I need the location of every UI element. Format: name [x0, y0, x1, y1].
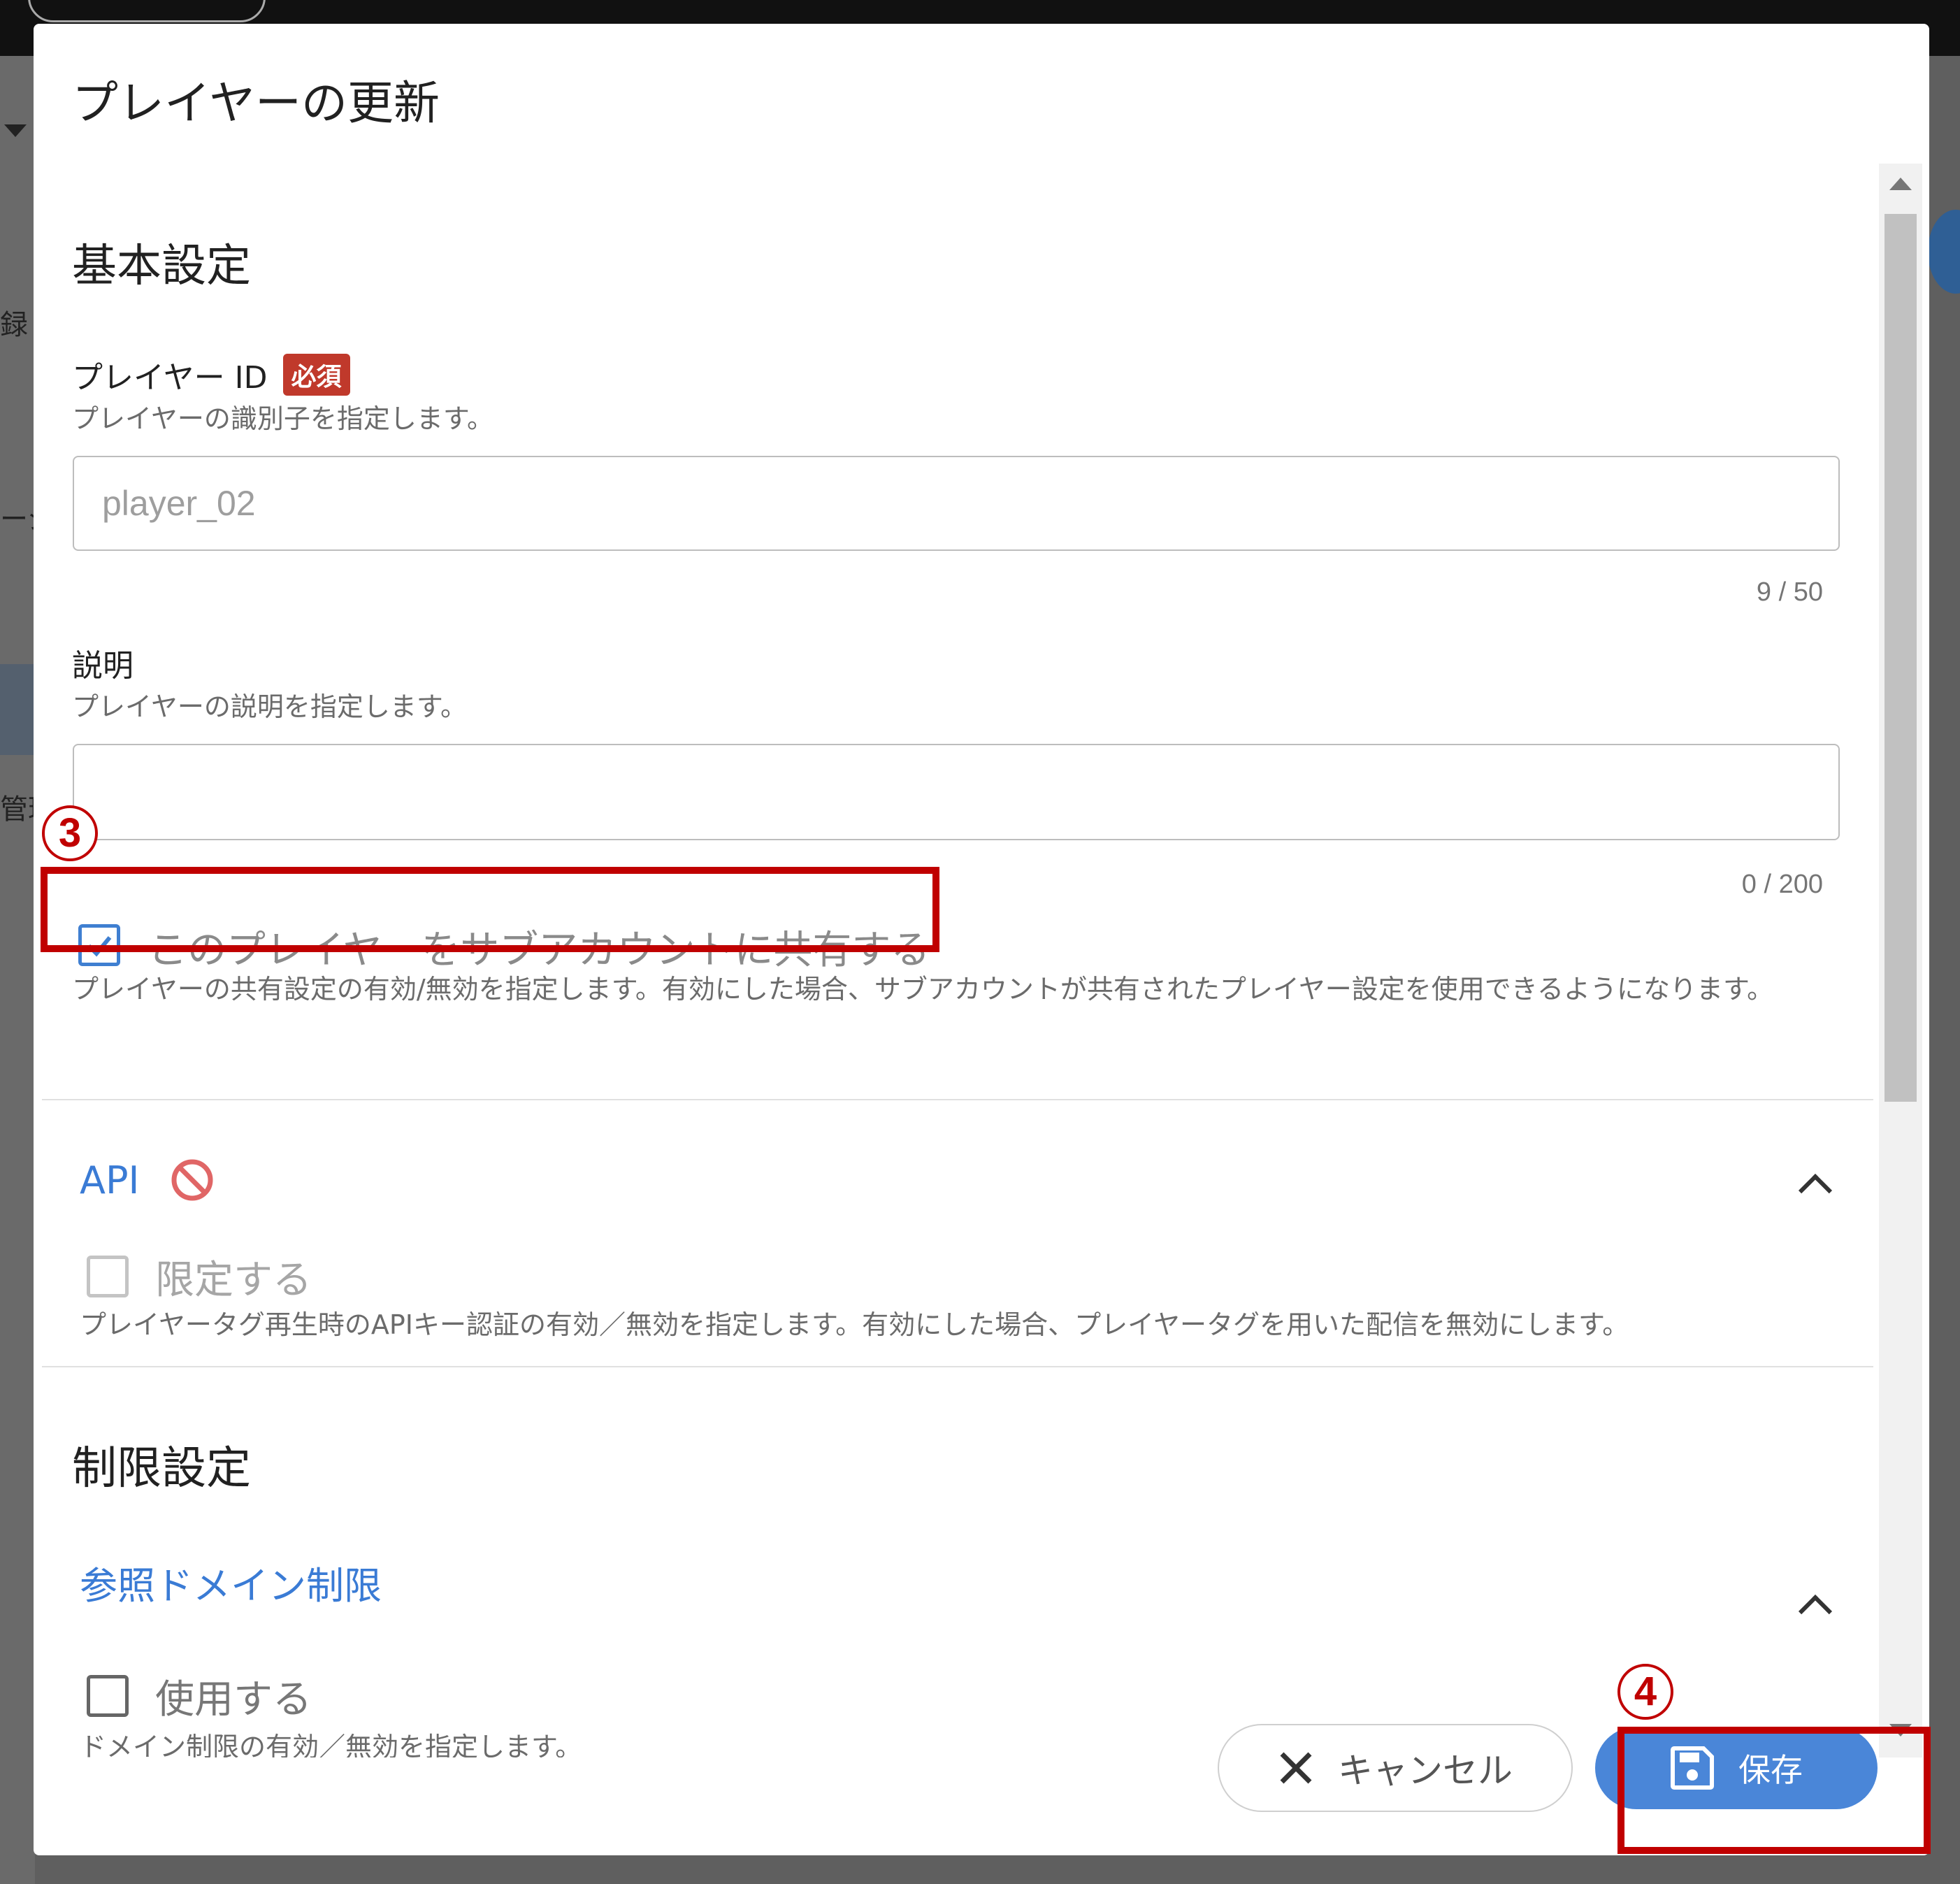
description-help: プレイヤーの説明を指定します。: [72, 691, 468, 722]
background-label: 録: [0, 309, 28, 341]
required-badge: 必須: [282, 354, 350, 396]
limit-settings-heading: 制限設定: [72, 1443, 251, 1495]
description-input[interactable]: [73, 744, 1840, 840]
scrollbar[interactable]: [1879, 164, 1922, 1757]
domain-panel-title: 参照ドメイン制限: [80, 1564, 382, 1608]
annotation-highlight-step3: [41, 867, 939, 952]
chevron-up-icon[interactable]: [1798, 1173, 1833, 1208]
background-dropdown-icon: [4, 124, 27, 137]
annotation-step4-number: 4: [1617, 1664, 1673, 1720]
chevron-up-icon[interactable]: [1798, 1594, 1833, 1629]
domain-use-checkbox[interactable]: [87, 1675, 129, 1717]
scroll-up-arrow-icon[interactable]: [1889, 178, 1912, 190]
domain-use-label[interactable]: 使用する: [155, 1668, 312, 1725]
api-panel-header[interactable]: API: [80, 1158, 215, 1202]
api-panel-title: API: [80, 1158, 140, 1202]
dialog-scroll-content[interactable]: 基本設定 プレイヤー ID 必須 プレイヤーの識別子を指定します。 player…: [34, 164, 1879, 1757]
api-help: プレイヤータグ再生時のAPIキー認証の有効／無効を指定します。有効にした場合、プ…: [80, 1309, 1629, 1340]
cancel-button-label: キャンセル: [1338, 1750, 1513, 1791]
dialog-title: プレイヤーの更新: [72, 76, 440, 130]
scrollbar-thumb[interactable]: [1885, 214, 1917, 1102]
player-id-value: player_02: [102, 484, 256, 523]
cancel-button[interactable]: キャンセル: [1218, 1724, 1573, 1812]
section-divider: [42, 1366, 1873, 1367]
background-fab: [1928, 210, 1960, 294]
prohibited-icon: [171, 1159, 213, 1201]
annotation-step3-number: 3: [42, 805, 98, 861]
description-counter: 0 / 200: [1741, 870, 1823, 899]
player-id-help: プレイヤーの識別子を指定します。: [72, 403, 494, 434]
api-restrict-label[interactable]: 限定する: [155, 1249, 312, 1305]
player-id-input[interactable]: player_02: [73, 456, 1840, 551]
player-id-label: プレイヤー ID 必須: [72, 352, 350, 397]
api-restrict-checkbox[interactable]: [87, 1256, 129, 1297]
section-divider: [42, 1099, 1873, 1100]
background-selected-nav: [0, 664, 35, 755]
background-search-pill: [28, 0, 266, 22]
description-label: 説明: [72, 640, 134, 685]
basic-settings-heading: 基本設定: [72, 240, 251, 292]
annotation-highlight-step4: [1617, 1727, 1931, 1854]
player-id-label-text: プレイヤー ID: [72, 360, 268, 396]
player-id-counter: 9 / 50: [1756, 577, 1823, 607]
description-label-text: 説明: [72, 648, 134, 684]
domain-panel-header[interactable]: 参照ドメイン制限: [80, 1555, 382, 1610]
share-help: プレイヤーの共有設定の有効/無効を指定します。有効にした場合、サブアカウントが共…: [72, 974, 1774, 1005]
close-icon: [1280, 1752, 1312, 1784]
